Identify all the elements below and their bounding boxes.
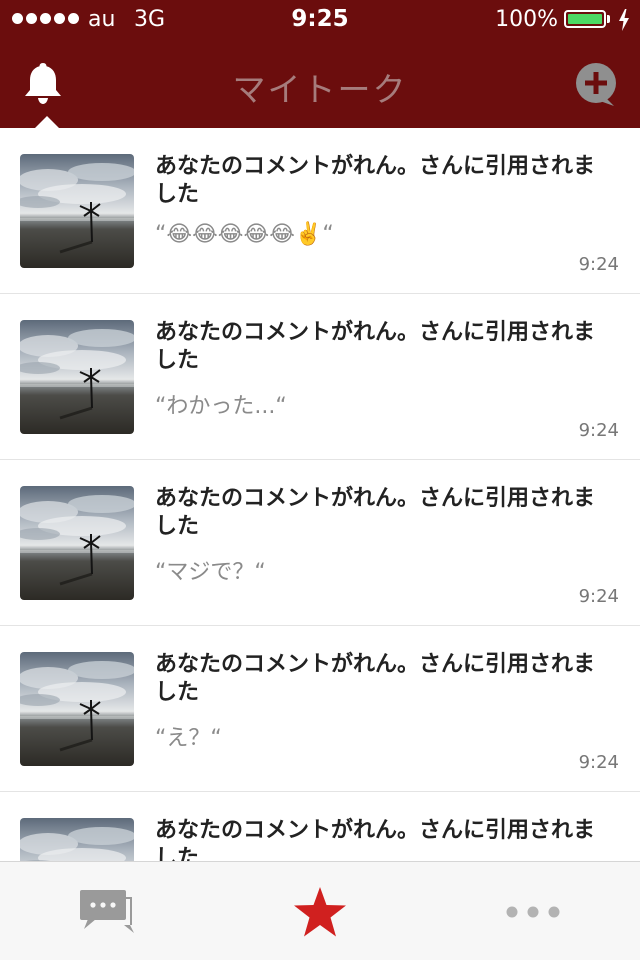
active-indicator — [35, 116, 59, 128]
star-icon — [293, 886, 346, 936]
notification-list: あなたのコメントがれん。さんに引用されました “😂😂😂😂😂✌️“ 9:24 あな… — [0, 128, 640, 861]
tab-bar — [0, 861, 640, 960]
notification-time: 9:24 — [578, 420, 619, 441]
beach-thumbnail — [20, 652, 134, 766]
page-title: マイトーク — [232, 70, 408, 109]
beach-thumbnail — [20, 818, 134, 861]
battery-percentage: 100% — [495, 7, 558, 32]
notification-row[interactable]: あなたのコメントがれん。さんに引用されました “マジで？“ 9:24 — [0, 460, 640, 626]
notification-time: 9:24 — [578, 254, 619, 275]
notification-time: 9:24 — [578, 752, 619, 773]
quoted-comment: “😂😂😂😂😂✌️“ — [155, 222, 334, 247]
notification-row[interactable]: あなたのコメントがれん。さんに引用されました “え？“ 9:24 — [0, 626, 640, 792]
notification-title: あなたのコメントがれん。さんに引用されました — [155, 154, 596, 207]
notification-title: あなたのコメントがれん。さんに引用されました — [155, 818, 596, 861]
notification-title: あなたのコメントがれん。さんに引用されました — [155, 486, 596, 539]
notification-title: あなたのコメントがれん。さんに引用されました — [155, 652, 596, 705]
notification-row[interactable]: あなたのコメントがれん。さんに引用されました “わかった...“ 9:24 — [0, 294, 640, 460]
tab-talks[interactable] — [0, 862, 213, 961]
nav-header: au 3G 9:25 100% マイトーク — [0, 0, 640, 128]
beach-thumbnail — [20, 486, 134, 600]
status-bar: au 3G 9:25 100% — [0, 0, 640, 40]
add-comment-icon[interactable] — [572, 62, 620, 108]
notification-row[interactable]: あなたのコメントがれん。さんに引用されました “😂😂😂😂😂✌️“ 9:24 — [0, 128, 640, 294]
notification-title: あなたのコメントがれん。さんに引用されました — [155, 320, 596, 373]
beach-thumbnail — [20, 320, 134, 434]
quoted-comment: “わかった...“ — [155, 394, 287, 419]
tab-more[interactable] — [426, 862, 639, 961]
battery-icon — [564, 10, 606, 28]
notification-time: 9:24 — [578, 586, 619, 607]
quoted-comment: “え？“ — [155, 726, 222, 751]
notification-row[interactable]: あなたのコメントがれん。さんに引用されました — [0, 792, 640, 861]
tab-favorites[interactable] — [213, 862, 426, 961]
charging-bolt-icon — [619, 9, 629, 31]
more-icon — [506, 906, 559, 917]
beach-thumbnail — [20, 154, 134, 268]
chat-bubbles-icon — [79, 889, 134, 933]
quoted-comment: “マジで？“ — [155, 560, 266, 585]
